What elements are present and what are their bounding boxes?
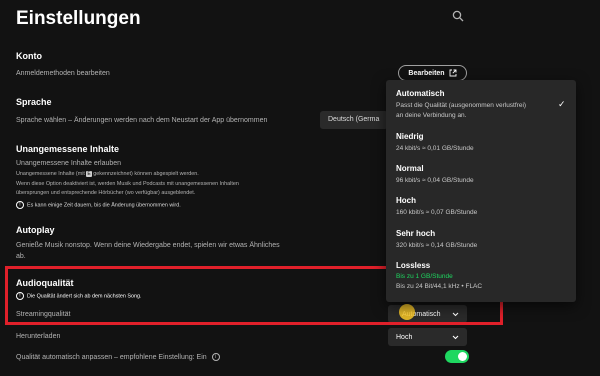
explicit-note-text: Es kann einige Zeit dauern, bis die Ände…: [27, 202, 181, 209]
language-heading: Sprache: [16, 97, 52, 107]
option-desc: 24 kbit/s ≈ 0,01 GB/Stunde: [396, 145, 474, 152]
option-title: Normal: [396, 164, 424, 173]
option-desc: 320 kbit/s ≈ 0,14 GB/Stunde: [396, 242, 478, 249]
option-title: Niedrig: [396, 132, 424, 141]
auto-adjust-quality-label: Qualität automatisch anpassen – empfohle…: [16, 353, 223, 361]
quality-option-automatic[interactable]: Automatisch Passt die Qualität (ausgenom…: [396, 89, 526, 121]
autoplay-heading: Autoplay: [16, 225, 55, 235]
check-icon: ✓: [558, 99, 566, 109]
option-title: Automatisch: [396, 89, 445, 98]
option-desc: 160 kbit/s ≈ 0,07 GB/Stunde: [396, 209, 478, 216]
explicit-description: Unangemessene Inhalte (mit E gekennzeich…: [16, 170, 199, 178]
quality-option-lossless[interactable]: Lossless Bis zu 1 GB/Stunde Bis zu 24 Bi…: [396, 261, 482, 292]
autoplay-description: Genieße Musik nonstop. Wenn deine Wieder…: [16, 242, 280, 249]
download-quality-value: Hoch: [396, 333, 413, 341]
search-icon[interactable]: [452, 10, 464, 22]
explicit-desc-part: Unangemessene Inhalte (mit: [16, 171, 87, 177]
option-desc: Bis zu 1 GB/Stunde: [396, 273, 453, 280]
edit-label: Bearbeiten: [408, 69, 445, 77]
download-quality-label: Herunterladen: [16, 333, 61, 340]
info-icon: !: [16, 201, 24, 209]
language-select[interactable]: Deutsch (Germa: [320, 111, 388, 129]
language-subtitle: Sprache wählen – Änderungen werden nach …: [16, 117, 268, 124]
quality-option-high[interactable]: Hoch 160 kbit/s ≈ 0,07 GB/Stunde: [396, 196, 477, 218]
explicit-heading: Unangemessene Inhalte: [16, 144, 120, 154]
info-icon[interactable]: i: [211, 353, 220, 361]
auto-adjust-quality-toggle[interactable]: [445, 350, 469, 363]
page-title: Einstellungen: [16, 8, 141, 29]
explicit-desc-part: gekennzeichnet) können abgespielt werden…: [91, 171, 199, 177]
option-desc: Passt die Qualität (ausgenommen verlustf…: [396, 102, 527, 109]
download-quality-select[interactable]: Hoch: [388, 328, 467, 346]
chevron-down-icon: [452, 335, 459, 339]
option-desc: Bis zu 24 Bit/44,1 kHz • FLAC: [396, 283, 483, 290]
external-link-icon: [449, 69, 457, 77]
option-title: Sehr hoch: [396, 229, 436, 238]
streaming-quality-menu: ✓ Automatisch Passt die Qualität (ausgen…: [386, 80, 576, 302]
option-desc: an deine Verbindung an.: [396, 112, 467, 119]
option-title: Lossless: [396, 261, 431, 270]
toggle-knob: [458, 352, 467, 361]
quality-option-low[interactable]: Niedrig 24 kbit/s ≈ 0,01 GB/Stunde: [396, 132, 474, 154]
explicit-subtitle: Unangemessene Inhalte erlauben: [16, 160, 122, 167]
quality-option-normal[interactable]: Normal 96 kbit/s ≈ 0,04 GB/Stunde: [396, 164, 474, 186]
explicit-note: ! Es kann einige Zeit dauern, bis die Änd…: [16, 201, 181, 209]
account-heading: Konto: [16, 51, 42, 61]
edit-login-button[interactable]: Bearbeiten: [398, 65, 467, 81]
explicit-description-3: übersprungen und entsprechende Hörbücher…: [16, 190, 196, 196]
option-desc: 96 kbit/s ≈ 0,04 GB/Stunde: [396, 177, 474, 184]
account-subtitle: Anmeldemethoden bearbeiten: [16, 70, 110, 77]
option-title: Hoch: [396, 196, 416, 205]
quality-option-very-high[interactable]: Sehr hoch 320 kbit/s ≈ 0,14 GB/Stunde: [396, 229, 477, 251]
auto-adjust-quality-text: Qualität automatisch anpassen – empfohle…: [16, 353, 207, 361]
autoplay-description-2: ab.: [16, 253, 26, 260]
explicit-description-2: Wenn diese Option deaktiviert ist, werde…: [16, 181, 239, 187]
